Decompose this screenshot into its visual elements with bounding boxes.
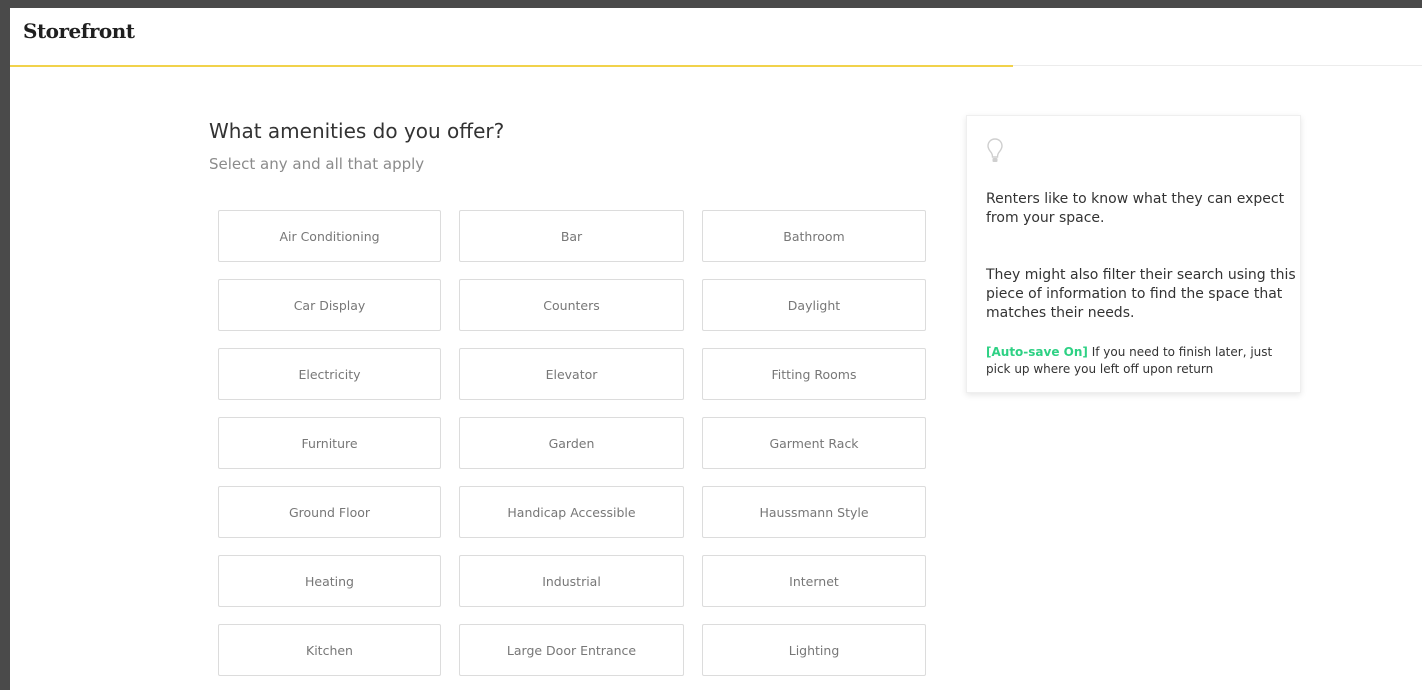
tip-paragraph-1: Renters like to know what they can expec…: [986, 191, 1285, 226]
amenity-button[interactable]: Air Conditioning: [218, 210, 441, 262]
amenity-button[interactable]: Kitchen: [218, 624, 441, 676]
amenity-button[interactable]: Garment Rack: [702, 417, 926, 469]
amenity-button[interactable]: Car Display: [218, 279, 441, 331]
storefront-logo[interactable]: Storefront: [23, 19, 135, 43]
amenity-button[interactable]: Industrial: [459, 555, 684, 607]
amenity-button[interactable]: Fitting Rooms: [702, 348, 926, 400]
page-title: What amenities do you offer?: [209, 119, 505, 143]
amenity-button[interactable]: Internet: [702, 555, 926, 607]
amenity-button[interactable]: Counters: [459, 279, 684, 331]
amenity-button[interactable]: Large Door Entrance: [459, 624, 684, 676]
page-subtitle: Select any and all that apply: [209, 155, 425, 173]
amenity-button[interactable]: Lighting: [702, 624, 926, 676]
amenity-button[interactable]: Bathroom: [702, 210, 926, 262]
top-header: Storefront: [10, 8, 1422, 66]
lightbulb-icon: [987, 138, 1003, 162]
amenity-button[interactable]: Garden: [459, 417, 684, 469]
amenities-grid: Air Conditioning Bar Bathroom Car Display Co…: [218, 210, 926, 676]
amenity-button[interactable]: Haussmann Style: [702, 486, 926, 538]
autosave-note: [Auto-save On] If you need to finish lat…: [986, 344, 1296, 378]
amenity-button[interactable]: Furniture: [218, 417, 441, 469]
autosave-tag: [Auto-save On]: [986, 345, 1088, 359]
amenity-button[interactable]: Elevator: [459, 348, 684, 400]
amenity-button[interactable]: Handicap Accessible: [459, 486, 684, 538]
app-window: Storefront What amenities do you offer? …: [10, 8, 1422, 690]
amenity-button[interactable]: Ground Floor: [218, 486, 441, 538]
amenity-button[interactable]: Bar: [459, 210, 684, 262]
tip-paragraph-2: They might also filter their search usin…: [986, 267, 1296, 321]
amenity-button[interactable]: Daylight: [702, 279, 926, 331]
amenity-button[interactable]: Heating: [218, 555, 441, 607]
tip-card: Renters like to know what they can expec…: [966, 115, 1301, 393]
progress-bar: [10, 65, 1013, 67]
amenity-button[interactable]: Electricity: [218, 348, 441, 400]
